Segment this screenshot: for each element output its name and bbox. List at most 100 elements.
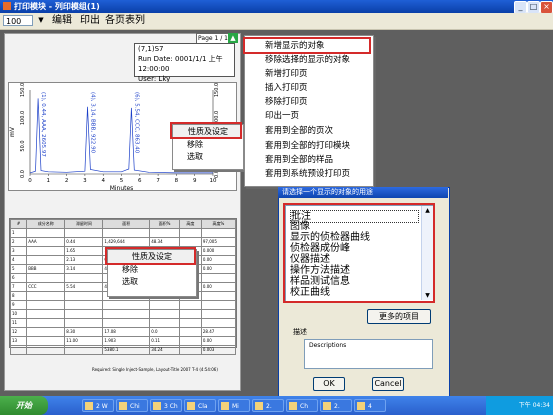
taskbar-item[interactable]: Ch	[286, 399, 318, 412]
menu-apply-all-pages[interactable]: 套用到全部的页次	[265, 125, 333, 137]
peak-label: (6), 5.54, CCC, 863.40	[133, 92, 139, 154]
taskbar-item[interactable]: 2.	[320, 399, 352, 412]
table-cell: 4	[9, 255, 28, 265]
table-cell	[9, 345, 28, 355]
menu-add-print-page[interactable]: 新增打印页	[265, 68, 308, 80]
table-cell: 8.30	[64, 327, 104, 337]
table-cell	[64, 318, 104, 328]
start-button[interactable]: 开始	[0, 396, 48, 415]
table-header-cell: 面积	[102, 219, 151, 229]
taskbar-item[interactable]: 2.	[252, 399, 284, 412]
description-label: 描述	[293, 328, 307, 336]
table-cell: 2	[9, 237, 28, 247]
description-field[interactable]: Descriptions	[304, 339, 433, 369]
highlight-box	[170, 122, 242, 139]
table-row: 12 8.30 17.08 0.0 28.47	[9, 327, 237, 337]
x-tick-label: 9	[193, 178, 197, 184]
table-cell	[200, 228, 237, 238]
x-tick-label: 5	[120, 178, 124, 184]
run-info-box[interactable]: (7,1)S7 Run Date: 0001/1/1 上午 12:00:00 U…	[134, 43, 235, 83]
page-context-menu: 新增显示的对象 移除选择的显示的对象 新增打印页 插入打印页 移除打印页 印出一…	[244, 35, 374, 187]
ok-button[interactable]: OK	[313, 377, 345, 391]
menu-print-one-page[interactable]: 印出一页	[265, 110, 299, 122]
taskbar-item[interactable]: Chi	[116, 399, 148, 412]
table-cell	[102, 228, 151, 238]
taskbar-item[interactable]: Cla	[184, 399, 216, 412]
table-cell: 11.00	[64, 336, 104, 346]
table-cell: 8	[9, 291, 28, 301]
table-cell: 0.44	[64, 237, 104, 247]
chart-context-select[interactable]: 选取	[173, 151, 243, 163]
menu-apply-system-default[interactable]: 套用到系统预设打印页	[265, 168, 350, 180]
table-cell	[102, 318, 151, 328]
table-cell: 3.14	[64, 264, 104, 274]
menu-apply-all-modules[interactable]: 套用到全部的打印模块	[265, 140, 350, 152]
table-cell	[64, 300, 104, 310]
cancel-button[interactable]: Cancel	[372, 377, 404, 391]
menu-page-list[interactable]: 各页表列	[105, 15, 145, 27]
run-info-line: (7,1)S7	[138, 45, 164, 53]
table-cell	[178, 237, 202, 247]
table-cell	[178, 228, 202, 238]
table-header-cell: #	[9, 219, 28, 229]
x-tick-label: 8	[175, 178, 179, 184]
table-cell	[200, 309, 237, 319]
table-cell: 1.65	[64, 246, 104, 256]
y-tick-label-left: 50.0	[20, 140, 26, 151]
table-context-select[interactable]: 选取	[108, 276, 196, 288]
taskbar-item-label: 4	[368, 403, 372, 410]
peak-label: (4), 3.14, BBB, 922.90	[89, 92, 95, 154]
taskbar-item-label: Mi	[232, 403, 239, 410]
menu-apply-all-samples[interactable]: 套用到全部的样品	[265, 154, 333, 166]
table-cell	[64, 291, 104, 301]
table-cell	[200, 273, 237, 283]
taskbar-item-label: 2.	[266, 403, 272, 410]
chevron-down-icon[interactable]: ▼	[36, 15, 46, 26]
table-cell: 7	[9, 282, 28, 292]
dialog-title: 请选择一个显示的对象的用途	[278, 187, 448, 198]
table-cell: 17.08	[102, 327, 151, 337]
x-tick-label: 7	[156, 178, 160, 184]
x-tick-label: 2	[65, 178, 69, 184]
taskbar-item-label: 2 W	[96, 403, 108, 410]
menu-remove-display-object[interactable]: 移除选择的显示的对象	[265, 54, 350, 66]
table-cell	[149, 300, 180, 310]
table-cell: 11	[9, 318, 28, 328]
page-nav-icon[interactable]: ▲	[228, 33, 238, 43]
menu-print[interactable]: 印出	[80, 15, 100, 27]
menu-insert-print-page[interactable]: 插入打印页	[265, 82, 308, 94]
clock: 下午 04:34	[518, 402, 550, 409]
table-cell: 13	[9, 336, 28, 346]
table-row: 2 AAA 0.44 1,429,644 48.34 97,005	[9, 237, 237, 247]
menu-remove-print-page[interactable]: 移除打印页	[265, 96, 308, 108]
table-cell: CCC	[26, 282, 66, 292]
menu-edit[interactable]: 编辑	[52, 15, 72, 27]
title-bar: 打印模块 - 列印模组(1)	[0, 0, 553, 13]
more-items-button[interactable]: 更多的项目	[367, 309, 431, 324]
taskbar-item-label: Chi	[130, 403, 140, 410]
taskbar-item[interactable]: 3 Ch	[150, 399, 182, 412]
taskbar-item-label: Ch	[300, 403, 308, 410]
table-header-cell: 高度%	[200, 219, 237, 229]
table-cell: 28.47	[200, 327, 237, 337]
taskbar-item[interactable]: 2 W	[82, 399, 114, 412]
taskbar-item-label: 2.	[334, 403, 340, 410]
table-cell	[178, 327, 202, 337]
taskbar-item[interactable]: 4	[354, 399, 386, 412]
table-cell	[178, 309, 202, 319]
table-cell: 97,005	[200, 237, 237, 247]
table-cell	[26, 318, 66, 328]
table-cell: 34.24	[149, 345, 180, 355]
x-tick-label: 3	[83, 178, 87, 184]
chart-context-remove[interactable]: 移除	[173, 139, 243, 151]
table-cell: 48.34	[149, 237, 180, 247]
zoom-select[interactable]: 100	[3, 15, 33, 26]
x-tick-label: 6	[138, 178, 142, 184]
table-cell	[26, 327, 66, 337]
table-cell: 0.003	[200, 345, 237, 355]
table-context-remove[interactable]: 移除	[108, 264, 196, 276]
taskbar-item[interactable]: Mi	[218, 399, 250, 412]
table-cell	[102, 300, 151, 310]
table-header-cell: 面积%	[149, 219, 180, 229]
table-cell	[64, 309, 104, 319]
